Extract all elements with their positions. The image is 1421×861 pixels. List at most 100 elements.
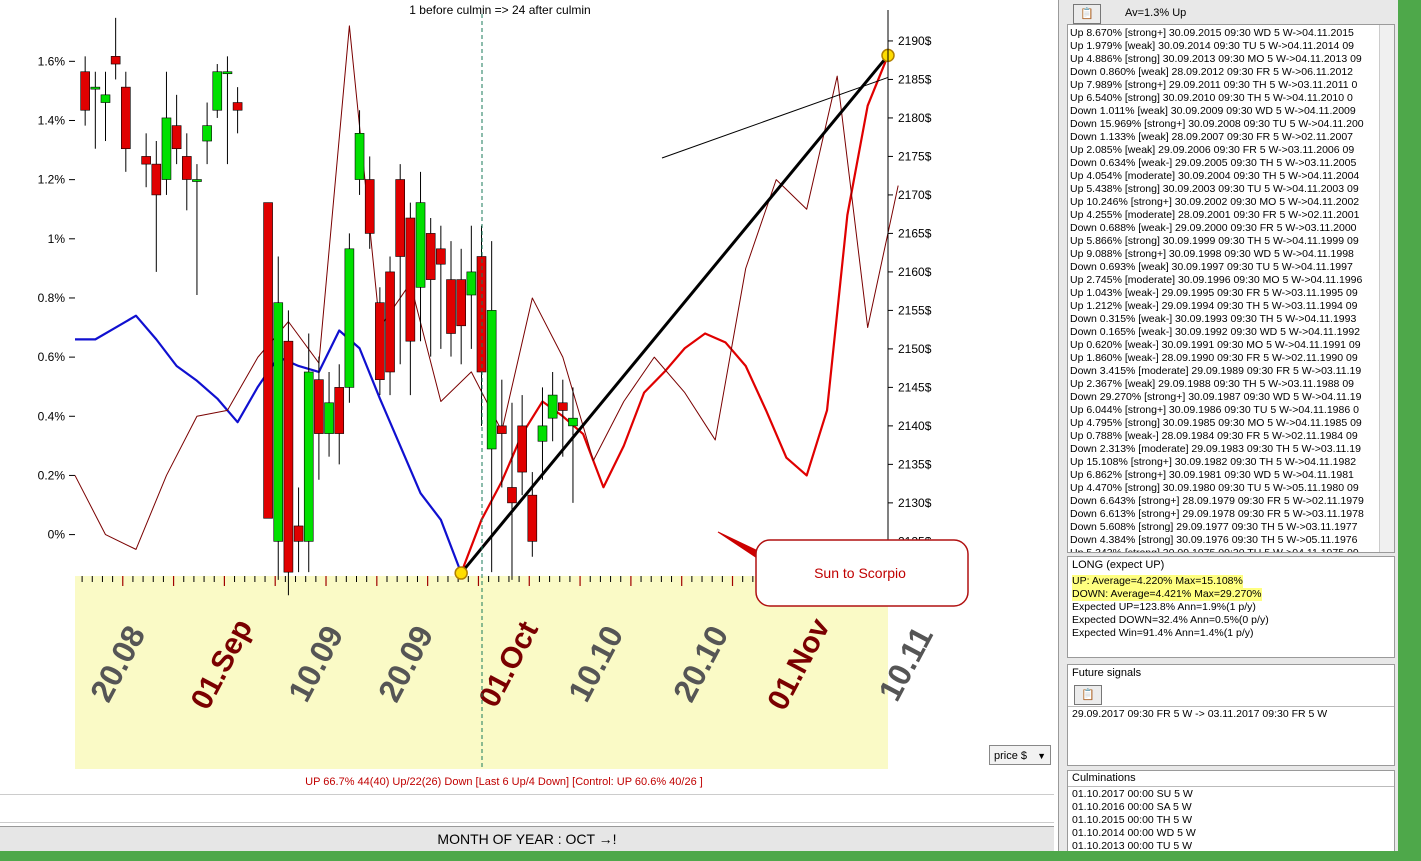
candle-up [344, 248, 355, 388]
list-item[interactable]: 01.10.2016 00:00 SA 5 W [1072, 801, 1196, 814]
month-of-year-bar: MONTH OF YEAR : OCT →! [0, 826, 1054, 852]
list-item[interactable]: Up 1.212% [weak-] 29.09.1994 09:30 TH 5 … [1070, 300, 1382, 313]
divider [1068, 786, 1394, 787]
y-left-tick-label: 1% [48, 232, 66, 246]
list-item[interactable]: Up 2.745% [moderate] 30.09.1996 09:30 MO… [1070, 274, 1382, 287]
candle-up [212, 71, 223, 111]
candle-down [446, 279, 456, 334]
list-item[interactable]: Down 4.384% [strong] 30.09.1976 09:30 TH… [1070, 534, 1382, 547]
y-right-tick-label: 2185$ [898, 72, 932, 86]
list-item[interactable]: Up 1.860% [weak-] 28.09.1990 09:30 FR 5 … [1070, 352, 1382, 365]
horizontal-scrollbar[interactable] [0, 794, 1054, 823]
candle-down [517, 425, 527, 473]
y-right-tick-label: 2165$ [898, 226, 932, 240]
culm-title: Culminations [1072, 772, 1136, 784]
candle-down [507, 487, 517, 504]
list-item[interactable]: Up 4.054% [moderate] 30.09.2004 09:30 TH… [1070, 170, 1382, 183]
future-signals-box: Future signals 📋 29.09.2017 09:30 FR 5 W… [1067, 664, 1395, 766]
list-item[interactable]: Up 0.620% [weak-] 30.09.1991 09:30 MO 5 … [1070, 339, 1382, 352]
list-item[interactable]: Up 6.044% [strong+] 30.09.1986 09:30 TU … [1070, 404, 1382, 417]
list-item[interactable]: Up 6.540% [strong] 30.09.2010 09:30 TH 5… [1070, 92, 1382, 105]
list-item[interactable]: Up 4.470% [strong] 30.09.1980 09:30 TU 5… [1070, 482, 1382, 495]
list-item[interactable]: Up 2.367% [weak] 29.09.1988 09:30 TH 5 W… [1070, 378, 1382, 391]
candle-down [497, 425, 507, 434]
candle-down [263, 202, 273, 519]
list-item[interactable]: Down 0.165% [weak-] 30.09.1992 09:30 WD … [1070, 326, 1382, 339]
list-item[interactable]: Down 6.613% [strong+] 29.09.1978 09:30 F… [1070, 508, 1382, 521]
candle-down [405, 217, 416, 342]
candle-down [334, 387, 345, 434]
list-item[interactable]: Down 0.634% [weak-] 29.09.2005 09:30 TH … [1070, 157, 1382, 170]
candle-down [181, 156, 192, 180]
y-axis-left-labels: 0% 0.2% 0.4% 0.6% 0.8% 1% 1.2% 1.4% 1.6% [38, 54, 66, 541]
list-item[interactable]: 01.10.2017 00:00 SU 5 W [1072, 788, 1196, 801]
average-header: Av=1.3% Up [1125, 7, 1187, 19]
list-item[interactable]: Up 4.255% [moderate] 28.09.2001 09:30 FR… [1070, 209, 1382, 222]
list-item[interactable]: Up 1.979% [weak] 30.09.2014 09:30 TU 5 W… [1070, 40, 1382, 53]
candle-down [293, 525, 304, 542]
candle-up [324, 402, 334, 434]
y-right-tick-label: 2140$ [898, 419, 932, 433]
long-stat-line: Expected UP=123.8% Ann=1.9%(1 p/y) [1072, 601, 1256, 613]
y-left-tick-label: 1.6% [38, 54, 66, 68]
list-item[interactable]: Down 5.608% [strong] 29.09.1977 09:30 TH… [1070, 521, 1382, 534]
list-item[interactable]: Down 29.270% [strong+] 30.09.1987 09:30 … [1070, 391, 1382, 404]
candle-down [151, 163, 162, 196]
long-stat-line: DOWN: Average=4.421% Max=29.270% [1072, 588, 1262, 601]
green-frame [1398, 0, 1421, 861]
list-item[interactable]: Up 5.343% [strong] 30.09.1975 09:30 TU 5… [1070, 547, 1382, 552]
candle-up [537, 425, 548, 442]
list-item[interactable]: Down 6.643% [strong+] 28.09.1979 09:30 F… [1070, 495, 1382, 508]
long-stat-line: UP: Average=4.220% Max=15.108% [1072, 575, 1243, 588]
list-item[interactable]: Down 1.133% [weak] 28.09.2007 09:30 FR 5… [1070, 131, 1382, 144]
candle-down [395, 179, 406, 257]
list-scrollbar[interactable] [1379, 25, 1394, 552]
list-item[interactable]: Down 3.415% [moderate] 29.09.1989 09:30 … [1070, 365, 1382, 378]
chart-area: 0%0.2%0.4%0.6%0.8%1%1.2%1.4%1.6% 2125$21… [38, 10, 969, 769]
list-item[interactable]: Down 0.693% [weak] 30.09.1997 09:30 TU 5… [1070, 261, 1382, 274]
candle-up [222, 71, 233, 75]
candle-up [161, 117, 172, 180]
list-item[interactable]: Up 8.670% [strong+] 30.09.2015 09:30 WD … [1070, 27, 1382, 40]
list-item[interactable]: Up 7.989% [strong+] 29.09.2011 09:30 TH … [1070, 79, 1382, 92]
candle-down [232, 102, 243, 111]
y-right-tick-label: 2180$ [898, 111, 932, 125]
candle-up [202, 125, 212, 142]
series-lines [74, 25, 899, 574]
trend-line-thin [661, 76, 889, 159]
list-item[interactable]: Up 9.088% [strong+] 30.09.1998 09:30 WD … [1070, 248, 1382, 261]
list-item[interactable]: Down 15.969% [strong+] 30.09.2008 09:30 … [1070, 118, 1382, 131]
list-item[interactable]: Down 2.313% [moderate] 29.09.1983 09:30 … [1070, 443, 1382, 456]
list-item[interactable]: Up 4.886% [strong] 30.09.2013 09:30 MO 5… [1070, 53, 1382, 66]
list-item[interactable]: Up 5.866% [strong] 30.09.1999 09:30 TH 5… [1070, 235, 1382, 248]
candle-down [171, 125, 182, 150]
list-item[interactable]: 01.10.2015 00:00 TH 5 W [1072, 814, 1196, 827]
yearly-results-list[interactable]: Up 8.670% [strong+] 30.09.2015 09:30 WD … [1067, 24, 1395, 553]
candle-down [375, 302, 385, 380]
list-item[interactable]: Down 0.688% [weak-] 29.09.2000 09:30 FR … [1070, 222, 1382, 235]
list-item[interactable]: Up 2.085% [weak] 29.09.2006 09:30 FR 5 W… [1070, 144, 1382, 157]
candle-down [527, 494, 538, 542]
list-item[interactable]: Up 0.788% [weak-] 28.09.1984 09:30 FR 5 … [1070, 430, 1382, 443]
list-item[interactable]: Up 5.438% [strong] 30.09.2003 09:30 TU 5… [1070, 183, 1382, 196]
copy-icon[interactable]: 📋 [1073, 4, 1101, 24]
list-item[interactable]: Down 0.860% [weak] 28.09.2012 09:30 FR 5… [1070, 66, 1382, 79]
y-right-tick-label: 2150$ [898, 342, 932, 356]
list-item[interactable]: Down 0.315% [weak-] 30.09.1993 09:30 TH … [1070, 313, 1382, 326]
copy-icon[interactable]: 📋 [1074, 685, 1102, 705]
candle-down [121, 86, 131, 150]
candle-up [100, 94, 111, 103]
list-item[interactable]: 01.10.2014 00:00 WD 5 W [1072, 827, 1196, 840]
y-right-tick-label: 2145$ [898, 380, 932, 394]
list-item[interactable]: Up 15.108% [strong+] 30.09.1982 09:30 TH… [1070, 456, 1382, 469]
list-item[interactable]: Up 1.043% [weak-] 29.09.1995 09:30 FR 5 … [1070, 287, 1382, 300]
price-select[interactable]: price $ ▼ [989, 745, 1051, 765]
long-stat-line: Expected DOWN=32.4% Ann=0.5%(0 p/y) [1072, 614, 1269, 626]
right-panel: 📋 Av=1.3% Up Up 8.670% [strong+] 30.09.2… [1058, 0, 1399, 861]
candle-up [466, 271, 477, 296]
list-item[interactable]: Down 1.011% [weak] 30.09.2009 09:30 WD 5… [1070, 105, 1382, 118]
list-item[interactable]: Up 10.246% [strong+] 30.09.2002 09:30 MO… [1070, 196, 1382, 209]
trend-line [460, 54, 890, 574]
list-item[interactable]: Up 6.862% [strong+] 30.09.1981 09:30 WD … [1070, 469, 1382, 482]
list-item[interactable]: Up 4.795% [strong] 30.09.1985 09:30 MO 5… [1070, 417, 1382, 430]
